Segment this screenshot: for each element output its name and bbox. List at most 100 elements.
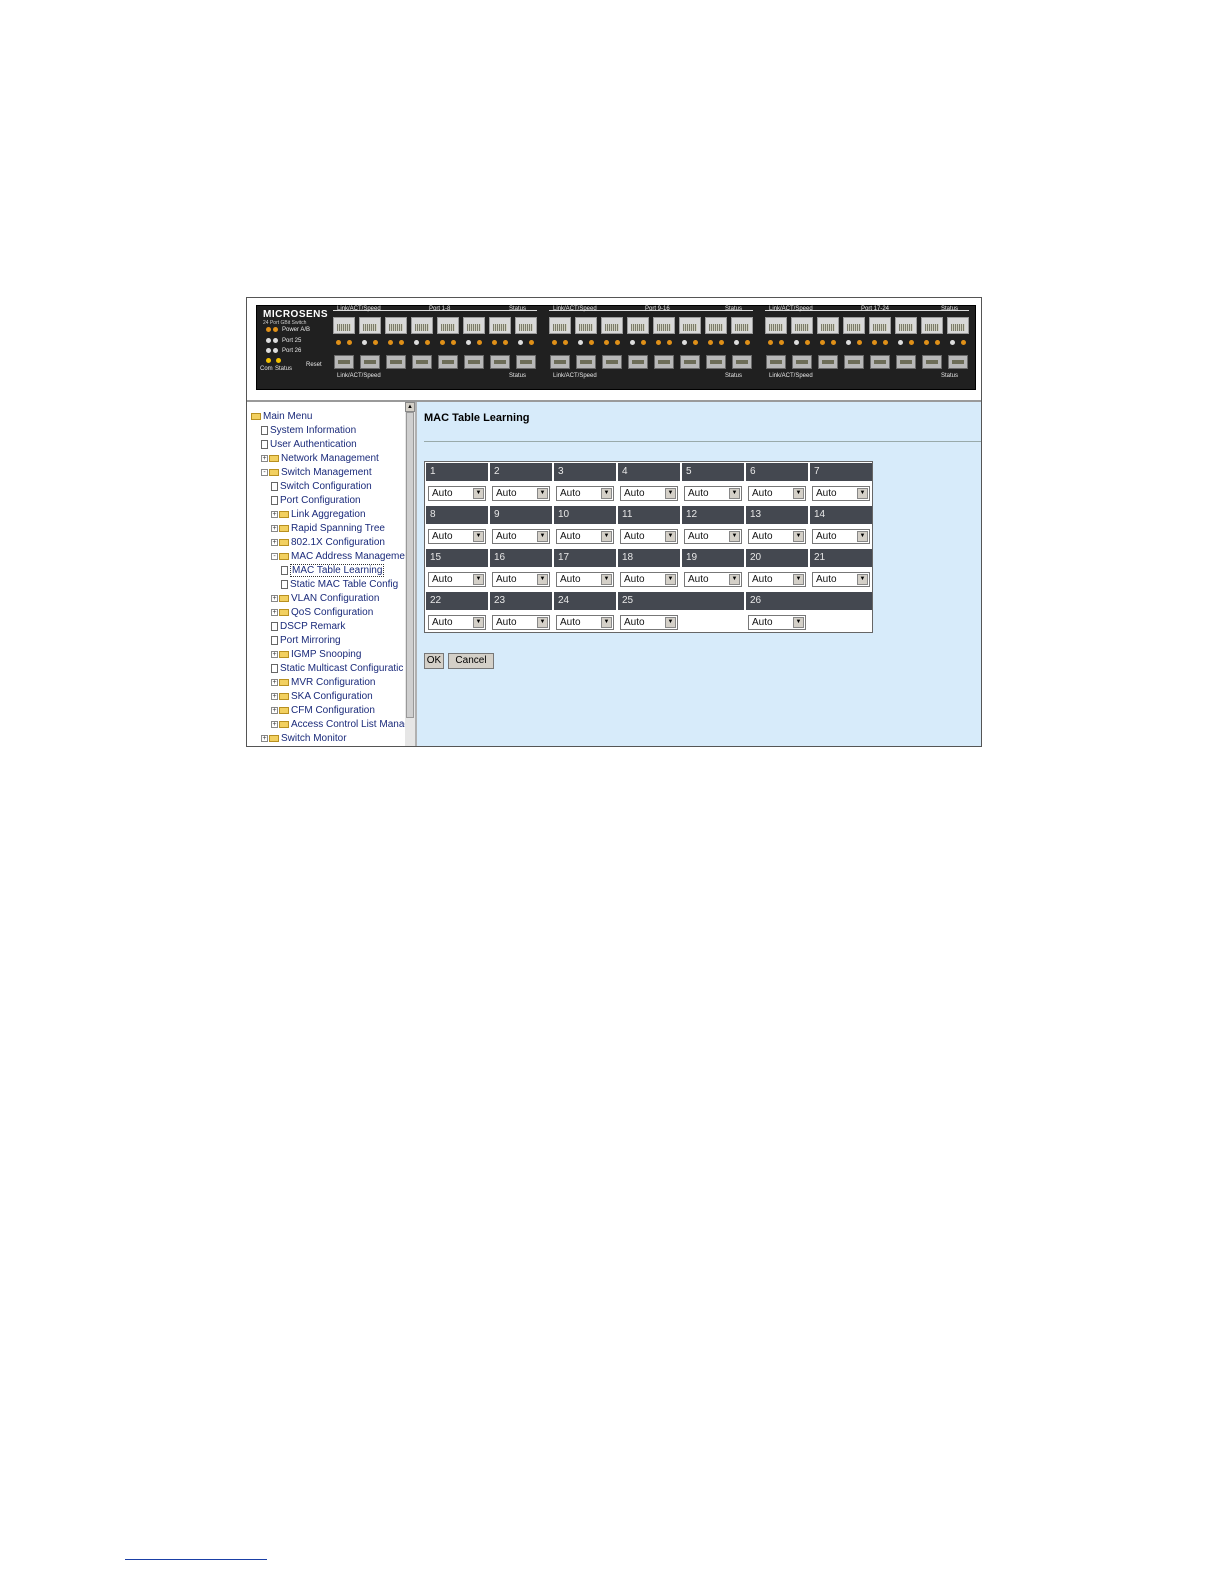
sidebar-item[interactable]: + QoS Configuration	[271, 607, 373, 619]
dropdown-arrow-icon[interactable]: ▼	[601, 574, 612, 585]
dropdown-arrow-icon[interactable]: ▼	[857, 488, 868, 499]
sidebar-item[interactable]: + Rapid Spanning Tree	[271, 523, 385, 535]
dropdown-arrow-icon[interactable]: ▼	[665, 488, 676, 499]
mac-learning-select[interactable]: Auto ▼	[620, 615, 678, 630]
expand-icon[interactable]: +	[271, 650, 278, 658]
dropdown-arrow-icon[interactable]: ▼	[537, 574, 548, 585]
mac-learning-select[interactable]: Auto ▼	[556, 572, 614, 587]
sidebar-item[interactable]: Static Multicast Configuratic	[271, 663, 403, 675]
expand-icon[interactable]: +	[271, 706, 278, 714]
mac-learning-select[interactable]: Auto ▼	[684, 529, 742, 544]
sidebar-scrollbar[interactable]: ▲	[405, 402, 415, 746]
collapse-icon[interactable]: -	[261, 468, 268, 476]
mac-learning-select[interactable]: Auto ▼	[492, 529, 550, 544]
sidebar-item[interactable]: + Access Control List Manage	[271, 719, 405, 731]
sidebar-item[interactable]: DSCP Remark	[271, 621, 345, 633]
sidebar-item[interactable]: User Authentication	[261, 439, 357, 451]
expand-icon[interactable]: +	[271, 692, 278, 700]
sidebar-item[interactable]: - Switch Management	[261, 467, 372, 479]
sidebar-item[interactable]: + Link Aggregation	[271, 509, 366, 521]
mac-learning-select[interactable]: Auto ▼	[748, 572, 806, 587]
dropdown-arrow-icon[interactable]: ▼	[793, 574, 804, 585]
expand-icon[interactable]: +	[271, 678, 278, 686]
dropdown-arrow-icon[interactable]: ▼	[665, 617, 676, 628]
expand-icon[interactable]: +	[271, 594, 278, 602]
sidebar-item[interactable]: Static MAC Table Config	[281, 579, 398, 591]
mac-learning-select[interactable]: Auto ▼	[492, 615, 550, 630]
sidebar-item[interactable]: Switch Configuration	[271, 481, 372, 493]
page-icon	[271, 621, 278, 631]
mac-learning-select[interactable]: Auto ▼	[492, 572, 550, 587]
sidebar-item[interactable]: Port Mirroring	[271, 635, 341, 647]
expand-icon[interactable]: +	[271, 608, 278, 616]
dropdown-arrow-icon[interactable]: ▼	[665, 531, 676, 542]
dropdown-arrow-icon[interactable]: ▼	[473, 574, 484, 585]
expand-icon[interactable]: +	[271, 538, 278, 546]
mac-learning-select[interactable]: Auto ▼	[620, 529, 678, 544]
port-led	[336, 340, 341, 345]
mac-learning-select[interactable]: Auto ▼	[812, 572, 870, 587]
mac-learning-select[interactable]: Auto ▼	[556, 486, 614, 501]
dropdown-arrow-icon[interactable]: ▼	[537, 617, 548, 628]
expand-icon[interactable]: +	[261, 734, 268, 742]
collapse-icon[interactable]: -	[271, 552, 278, 560]
dropdown-arrow-icon[interactable]: ▼	[537, 488, 548, 499]
mac-learning-select[interactable]: Auto ▼	[428, 572, 486, 587]
dropdown-arrow-icon[interactable]: ▼	[601, 488, 612, 499]
mac-learning-select[interactable]: Auto ▼	[428, 615, 486, 630]
sidebar-item[interactable]: + SKA Configuration	[271, 691, 373, 703]
mac-learning-select[interactable]: Auto ▼	[748, 486, 806, 501]
ok-button[interactable]: OK	[424, 653, 444, 669]
sidebar-item-label: Main Menu	[263, 411, 313, 422]
dropdown-arrow-icon[interactable]: ▼	[601, 617, 612, 628]
mac-learning-select[interactable]: Auto ▼	[556, 615, 614, 630]
mac-learning-select[interactable]: Auto ▼	[428, 486, 486, 501]
sidebar-item[interactable]: + Network Management	[261, 453, 379, 465]
port-led	[503, 340, 508, 345]
mac-learning-select[interactable]: Auto ▼	[556, 529, 614, 544]
dropdown-arrow-icon[interactable]: ▼	[729, 574, 740, 585]
dropdown-arrow-icon[interactable]: ▼	[473, 531, 484, 542]
mac-learning-select[interactable]: Auto ▼	[812, 529, 870, 544]
dropdown-arrow-icon[interactable]: ▼	[793, 488, 804, 499]
dropdown-arrow-icon[interactable]: ▼	[665, 574, 676, 585]
mac-learning-select[interactable]: Auto ▼	[684, 572, 742, 587]
mac-learning-select[interactable]: Auto ▼	[684, 486, 742, 501]
dropdown-arrow-icon[interactable]: ▼	[729, 531, 740, 542]
dropdown-arrow-icon[interactable]: ▼	[473, 617, 484, 628]
sidebar-item-label: MAC Address Managemen	[291, 551, 405, 562]
dropdown-arrow-icon[interactable]: ▼	[793, 617, 804, 628]
dropdown-arrow-icon[interactable]: ▼	[729, 488, 740, 499]
mac-learning-select[interactable]: Auto ▼	[812, 486, 870, 501]
mac-learning-select[interactable]: Auto ▼	[620, 572, 678, 587]
mac-learning-select[interactable]: Auto ▼	[748, 529, 806, 544]
scroll-thumb[interactable]	[406, 412, 414, 718]
mac-learning-select[interactable]: Auto ▼	[748, 615, 806, 630]
scroll-up-arrow-icon[interactable]: ▲	[405, 402, 415, 412]
dropdown-arrow-icon[interactable]: ▼	[793, 531, 804, 542]
sidebar-item[interactable]: + IGMP Snooping	[271, 649, 361, 661]
dropdown-arrow-icon[interactable]: ▼	[473, 488, 484, 499]
sidebar-item[interactable]: + CFM Configuration	[271, 705, 375, 717]
mac-learning-select[interactable]: Auto ▼	[492, 486, 550, 501]
expand-icon[interactable]: +	[271, 524, 278, 532]
expand-icon[interactable]: +	[261, 454, 268, 462]
mac-learning-select[interactable]: Auto ▼	[428, 529, 486, 544]
sidebar-item[interactable]: MAC Table Learning	[281, 564, 385, 577]
sidebar-item[interactable]: + Switch Monitor	[261, 733, 347, 745]
sidebar-item[interactable]: + MVR Configuration	[271, 677, 375, 689]
sidebar-item[interactable]: + VLAN Configuration	[271, 593, 379, 605]
dropdown-arrow-icon[interactable]: ▼	[857, 574, 868, 585]
sidebar-item[interactable]: Port Configuration	[271, 495, 361, 507]
sidebar-item[interactable]: - MAC Address Managemen	[271, 551, 405, 563]
expand-icon[interactable]: +	[271, 720, 278, 728]
dropdown-arrow-icon[interactable]: ▼	[601, 531, 612, 542]
dropdown-arrow-icon[interactable]: ▼	[537, 531, 548, 542]
cancel-button[interactable]: Cancel	[448, 653, 494, 669]
expand-icon[interactable]: +	[271, 510, 278, 518]
mac-learning-select[interactable]: Auto ▼	[620, 486, 678, 501]
sidebar-item[interactable]: +802.1X Configuration	[271, 537, 385, 549]
sidebar-item[interactable]: System Information	[261, 425, 356, 437]
dropdown-arrow-icon[interactable]: ▼	[857, 531, 868, 542]
sidebar-item[interactable]: Main Menu	[251, 411, 312, 423]
